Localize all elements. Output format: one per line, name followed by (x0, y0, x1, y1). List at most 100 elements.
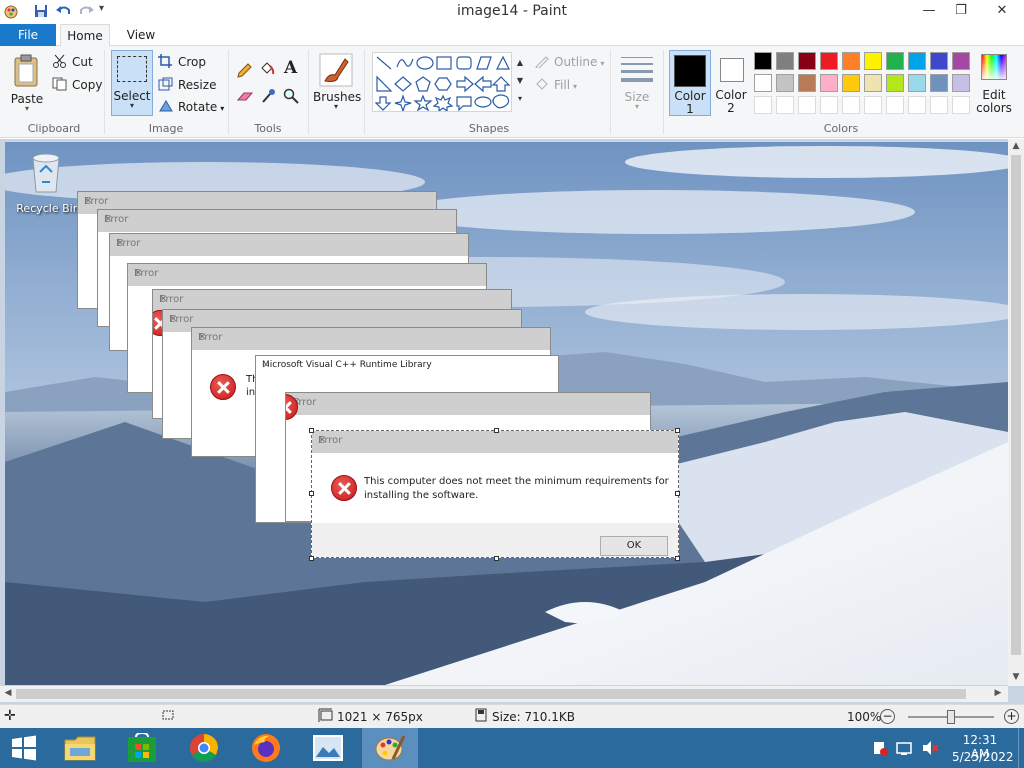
taskbar-photos[interactable] (300, 728, 356, 768)
fill-bucket-icon[interactable] (259, 61, 275, 77)
palette-swatch[interactable] (864, 74, 882, 92)
dialog-close-icon[interactable]: ✕ (262, 360, 552, 371)
selection-handle[interactable] (675, 428, 680, 433)
dialog-close-icon[interactable]: ✕ (159, 294, 505, 305)
show-desktop-button[interactable] (1018, 728, 1024, 768)
selection-handle[interactable] (494, 556, 499, 561)
palette-swatch[interactable] (776, 74, 794, 92)
fill-button[interactable]: Fill ▾ (534, 77, 577, 92)
palette-swatch[interactable] (930, 52, 948, 70)
palette-swatch[interactable] (820, 74, 838, 92)
taskbar-file-explorer[interactable] (52, 728, 108, 768)
minimize-button[interactable]: — (914, 0, 944, 22)
brushes-button[interactable]: Brushes ▾ (313, 52, 361, 118)
restore-button[interactable]: ❐ (946, 0, 976, 22)
palette-swatch[interactable] (842, 52, 860, 70)
clock-date[interactable]: 5/25/2022 (952, 750, 1014, 764)
crop-button[interactable]: Crop (158, 54, 206, 69)
palette-swatch[interactable] (798, 52, 816, 70)
palette-swatch[interactable] (864, 52, 882, 70)
ok-button[interactable]: OK (600, 536, 668, 556)
palette-swatch[interactable] (798, 74, 816, 92)
network-icon[interactable] (896, 740, 914, 759)
magnifier-icon[interactable] (283, 88, 299, 104)
palette-swatch[interactable] (776, 52, 794, 70)
palette-swatch[interactable] (930, 74, 948, 92)
tab-view[interactable]: View (116, 24, 166, 46)
palette-swatch-empty[interactable] (930, 96, 948, 114)
palette-swatch-empty[interactable] (886, 96, 904, 114)
zoom-slider[interactable] (908, 710, 994, 724)
palette-swatch[interactable] (820, 52, 838, 70)
dialog-close-icon[interactable]: ✕ (134, 268, 480, 279)
shapes-scroll[interactable]: ▲ ▼ ▾ (514, 54, 526, 112)
scroll-up-icon[interactable]: ▲ (1008, 141, 1024, 151)
selection-handle[interactable] (309, 491, 314, 496)
start-button[interactable] (0, 728, 48, 768)
dialog-close-icon[interactable]: ✕ (169, 314, 515, 325)
vertical-scroll-thumb[interactable] (1011, 155, 1021, 655)
eraser-icon[interactable] (236, 90, 254, 104)
paste-button[interactable]: Paste ▾ (8, 52, 46, 116)
dialog-title-bar[interactable]: Error✕ (192, 328, 550, 350)
palette-swatch[interactable] (908, 74, 926, 92)
scroll-left-icon[interactable]: ◀ (0, 688, 16, 698)
close-button[interactable]: ✕ (982, 0, 1022, 22)
zoom-in-icon[interactable]: + (1004, 709, 1019, 724)
palette-swatch[interactable] (754, 52, 772, 70)
selection-handle[interactable] (309, 556, 314, 561)
size-button[interactable]: Size ▾ (616, 52, 658, 118)
dialog-close-icon[interactable]: ✕ (198, 332, 544, 343)
taskbar-chrome[interactable] (176, 728, 232, 768)
dialog-close-icon[interactable]: ✕ (318, 435, 672, 446)
palette-swatch-empty[interactable] (754, 96, 772, 114)
pencil-icon[interactable] (236, 63, 252, 79)
resize-button[interactable]: Resize (158, 77, 216, 92)
color2-button[interactable]: Color 2 (712, 50, 750, 116)
select-button[interactable]: Select ▾ (111, 50, 153, 116)
palette-swatch-empty[interactable] (842, 96, 860, 114)
palette-swatch[interactable] (908, 52, 926, 70)
palette-swatch-empty[interactable] (864, 96, 882, 114)
dialog-title-bar[interactable]: Error✕ (286, 393, 650, 415)
palette-swatch-empty[interactable] (820, 96, 838, 114)
outline-button[interactable]: Outline ▾ (534, 54, 604, 70)
palette-swatch[interactable] (886, 52, 904, 70)
vertical-scrollbar[interactable]: ▲ ▼ (1008, 139, 1024, 686)
taskbar-paint[interactable] (362, 728, 418, 768)
dialog-title-bar[interactable]: Error✕ (128, 264, 486, 286)
shapes-gallery[interactable] (372, 52, 512, 112)
tab-file[interactable]: File (0, 24, 56, 46)
edit-colors-button[interactable]: Edit colors (976, 52, 1012, 118)
front-error-dialog[interactable]: Error ✕ This computer does not meet the mi… (311, 430, 679, 558)
palette-swatch-empty[interactable] (776, 96, 794, 114)
volume-muted-icon[interactable] (922, 740, 940, 759)
selection-handle[interactable] (494, 428, 499, 433)
taskbar-firefox[interactable] (238, 728, 294, 768)
selection-handle[interactable] (309, 428, 314, 433)
selection-handle[interactable] (675, 556, 680, 561)
dialog-title-bar[interactable]: Error✕ (312, 431, 678, 453)
rotate-button[interactable]: Rotate ▾ (158, 99, 224, 114)
recycle-bin[interactable]: Recycle Bin (11, 148, 81, 218)
dialog-close-icon[interactable]: ✕ (104, 214, 450, 225)
palette-swatch[interactable] (842, 74, 860, 92)
scroll-down-icon[interactable]: ▼ (1008, 672, 1024, 682)
palette-swatch[interactable] (952, 52, 970, 70)
zoom-out-icon[interactable]: − (880, 709, 895, 724)
palette-swatch[interactable] (886, 74, 904, 92)
dialog-close-icon[interactable]: ✕ (116, 238, 462, 249)
horizontal-scroll-thumb[interactable] (16, 689, 966, 699)
dialog-title-bar[interactable]: Error✕ (110, 234, 468, 256)
action-center-icon[interactable] (872, 740, 888, 759)
palette-swatch-empty[interactable] (952, 96, 970, 114)
horizontal-scrollbar[interactable]: ◀ ▶ (0, 686, 1008, 702)
dialog-title-bar[interactable]: Microsoft Visual C++ Runtime Library ✕ (256, 356, 558, 378)
dialog-close-icon[interactable]: ✕ (84, 196, 430, 207)
text-tool-icon[interactable]: A (284, 58, 297, 78)
tab-home[interactable]: Home (60, 24, 110, 47)
color1-button[interactable]: Color 1 (669, 50, 711, 116)
dialog-close-icon[interactable]: ✕ (292, 397, 644, 408)
taskbar-store[interactable] (114, 728, 170, 768)
palette-swatch[interactable] (952, 74, 970, 92)
